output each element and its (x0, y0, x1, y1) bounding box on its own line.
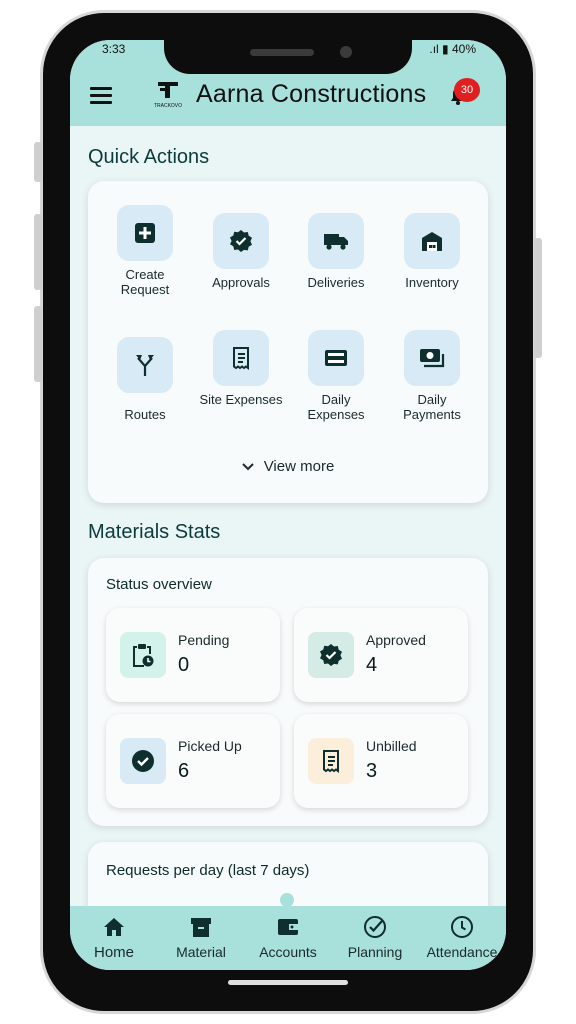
wallet-icon (275, 914, 301, 940)
quick-actions-card: Create Request Approvals Deliveries Inve… (88, 181, 488, 503)
stat-card-picked-up[interactable]: Picked Up 6 (106, 714, 280, 808)
quick-action-daily-payments[interactable]: Daily Payments (389, 330, 475, 422)
stat-label: Unbilled (366, 738, 417, 754)
nav-material[interactable]: Material (157, 914, 245, 960)
quick-action-label: Approvals (212, 275, 270, 290)
status-battery: .ıl ▮ 40% (429, 42, 476, 56)
clipboard-clock-icon (120, 632, 166, 678)
quick-action-label: Routes (124, 407, 166, 422)
trackovo-logo: TRACKOVO (152, 80, 184, 110)
quick-action-daily-expenses[interactable]: Daily Expenses (293, 330, 379, 422)
truck-icon (308, 213, 364, 269)
volume-down-button (34, 306, 42, 382)
notification-badge[interactable]: 30 (454, 78, 480, 102)
nav-accounts[interactable]: Accounts (244, 914, 332, 960)
stat-card-unbilled[interactable]: Unbilled 3 (294, 714, 468, 808)
quick-action-site-expenses[interactable]: Site Expenses (198, 330, 284, 407)
camera-notch (164, 40, 412, 74)
hamburger-menu-icon[interactable] (90, 87, 112, 104)
materials-stats-title: Materials Stats (88, 521, 221, 543)
stat-label: Picked Up (178, 738, 242, 754)
stat-value: 3 (366, 760, 378, 782)
stat-label: Pending (178, 632, 230, 648)
quick-actions-title: Quick Actions (88, 146, 210, 168)
nav-home[interactable]: Home (70, 914, 158, 961)
fork-arrows-icon (117, 337, 173, 393)
main-content: Quick Actions Create Request Approvals D… (70, 126, 506, 932)
check-circle-outline-icon (362, 914, 388, 940)
nav-planning[interactable]: Planning (331, 914, 419, 960)
verified-badge-icon (213, 213, 269, 269)
svg-text:TRACKOVO: TRACKOVO (154, 103, 182, 109)
nav-attendance[interactable]: Attendance (418, 914, 506, 960)
stat-label: Approved (366, 632, 426, 648)
receipt-icon (308, 738, 354, 784)
status-time: 3:33 (102, 42, 126, 56)
check-circle-icon (120, 738, 166, 784)
home-indicator[interactable] (228, 980, 348, 985)
quick-action-label: Create Request (120, 267, 170, 297)
nav-label: Attendance (426, 944, 498, 960)
view-more-label: View more (263, 458, 335, 475)
quick-action-deliveries[interactable]: Deliveries (293, 213, 379, 290)
clock-icon (449, 914, 475, 940)
nav-label: Accounts (259, 944, 317, 960)
home-icon (101, 914, 127, 940)
nav-label: Home (93, 944, 134, 961)
stat-value: 6 (178, 760, 190, 782)
front-camera (340, 46, 352, 58)
quick-action-label: Daily Payments (403, 392, 461, 422)
quick-action-inventory[interactable]: Inventory (389, 213, 475, 290)
quick-action-create-request[interactable]: Create Request (102, 205, 188, 297)
volume-up-button (34, 214, 42, 290)
warehouse-icon (404, 213, 460, 269)
stat-card-approved[interactable]: Approved 4 (294, 608, 468, 702)
verified-badge-icon (308, 632, 354, 678)
requests-per-day-title: Requests per day (last 7 days) (106, 862, 310, 879)
card-icon (308, 330, 364, 386)
status-overview-card: Status overview Pending 0 Approved 4 Pic… (88, 558, 488, 826)
speaker-grille (250, 49, 314, 56)
view-more-button[interactable]: View more (88, 458, 488, 475)
stat-card-pending[interactable]: Pending 0 (106, 608, 280, 702)
status-overview-title: Status overview (106, 576, 212, 593)
receipt-icon (213, 330, 269, 386)
quick-action-label: Site Expenses (199, 392, 283, 407)
nav-label: Material (176, 944, 226, 960)
stat-value: 0 (178, 654, 190, 676)
app-screen: 3:33 .ıl ▮ 40% TRACKOVO Aarna Constructi… (70, 40, 506, 970)
quick-action-label: Daily Expenses (307, 392, 365, 422)
bottom-nav: Home Material Accounts Planning Attendan… (70, 906, 506, 970)
quick-action-routes[interactable]: Routes (102, 337, 188, 422)
company-title: Aarna Constructions (196, 80, 427, 108)
plus-square-icon (117, 205, 173, 261)
side-button (34, 142, 42, 182)
cash-icon (404, 330, 460, 386)
stat-value: 4 (366, 654, 378, 676)
power-button (534, 238, 542, 358)
quick-action-label: Inventory (405, 275, 459, 290)
quick-action-label: Deliveries (307, 275, 365, 290)
archive-icon (188, 914, 214, 940)
quick-action-approvals[interactable]: Approvals (198, 213, 284, 290)
nav-label: Planning (347, 944, 403, 960)
chevron-down-icon (241, 458, 254, 475)
chart-point (280, 893, 294, 907)
